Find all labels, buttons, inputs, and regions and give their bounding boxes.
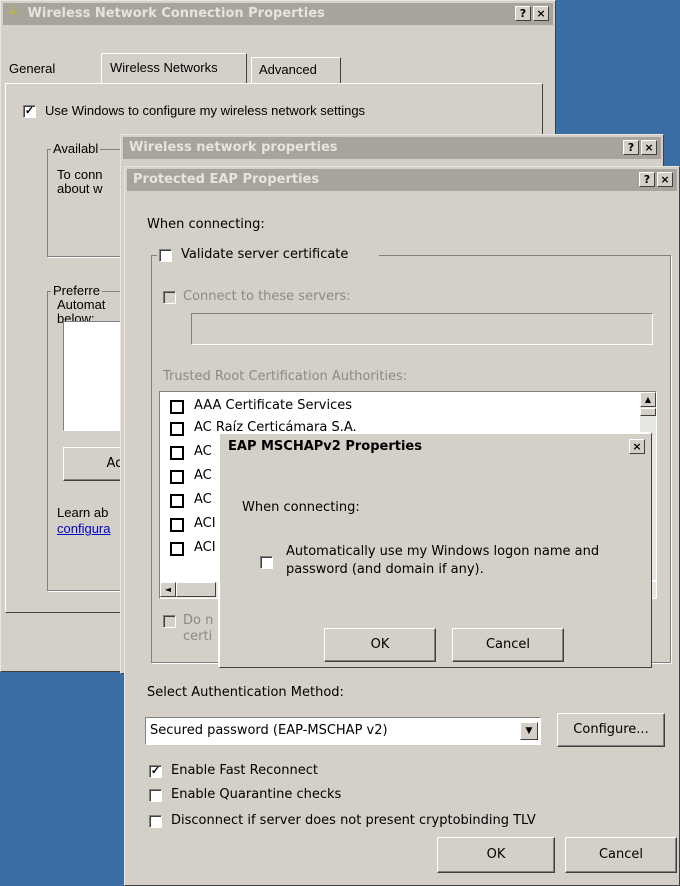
cryptobinding-label: Disconnect if server does not present cr… — [171, 813, 536, 828]
peap-title: Protected EAP Properties — [133, 172, 320, 187]
learn-configuration-link[interactable]: configura — [57, 521, 110, 536]
preferred-text-1: Automat — [57, 297, 106, 312]
auto-logon-checkbox[interactable] — [260, 556, 273, 569]
use-windows-label: Use Windows to configure my wireless net… — [45, 103, 366, 118]
auth-method-select[interactable]: Secured password (EAP-MSCHAP v2) ▼ — [145, 717, 541, 745]
peap-help-button[interactable]: ? — [639, 172, 655, 187]
available-text-1: To conn — [57, 167, 103, 182]
scroll-left-arrow-icon[interactable]: ◄ — [160, 582, 176, 597]
servers-input — [191, 313, 653, 345]
do-not-prompt-label-1: Do n — [183, 613, 214, 628]
validate-cert-label: Validate server certificate — [181, 247, 349, 262]
tab-advanced[interactable]: Advanced — [251, 57, 341, 83]
configure-button-label: Configure... — [573, 722, 649, 737]
tab-general[interactable]: General — [9, 61, 55, 76]
do-not-prompt-checkbox — [163, 615, 176, 628]
network-help-button[interactable]: ? — [623, 140, 639, 155]
ca-item[interactable]: AC — [194, 468, 212, 483]
window-title: Wireless Network Connection Properties — [27, 6, 325, 21]
network-properties-title-bar: Wireless network properties ? × — [123, 137, 661, 159]
validate-cert-legend: Validate server certificate — [157, 247, 379, 265]
preferred-networks-legend: Preferre — [51, 283, 102, 298]
mschap-ok-label: OK — [370, 637, 390, 652]
scroll-up-arrow-icon[interactable]: ▲ — [640, 392, 656, 407]
auto-logon-label-2: password (and domain if any). — [286, 562, 484, 577]
trusted-root-label: Trusted Root Certification Authorities: — [163, 369, 408, 384]
mschap-when-connecting: When connecting: — [242, 500, 360, 515]
ca-checkbox[interactable] — [170, 470, 184, 484]
fast-reconnect-checkbox[interactable]: ✓ — [149, 765, 162, 778]
desktop-background-lower — [0, 670, 130, 886]
mschap-title-bar: EAP MSCHAPv2 Properties × — [222, 436, 649, 458]
quarantine-checkbox[interactable] — [149, 789, 162, 802]
ca-checkbox[interactable] — [170, 518, 184, 532]
learn-text: Learn ab — [57, 505, 109, 520]
available-text-2: about w — [57, 181, 103, 196]
mschap-close-button[interactable]: × — [629, 439, 645, 454]
ca-checkbox[interactable] — [170, 542, 184, 556]
do-not-prompt-label-2: certi — [183, 629, 213, 644]
peap-title-bar: Protected EAP Properties ? × — [127, 169, 677, 191]
tab-wireless-networks-label: Wireless Networks — [110, 60, 218, 75]
peap-when-connecting: When connecting: — [147, 217, 265, 232]
connect-servers-checkbox — [163, 291, 176, 304]
quarantine-label: Enable Quarantine checks — [171, 787, 342, 802]
mschap-ok-button[interactable]: OK — [324, 628, 436, 662]
cryptobinding-checkbox[interactable] — [149, 815, 162, 828]
scroll-thumb[interactable] — [640, 408, 656, 416]
ca-item[interactable]: ACI — [194, 540, 216, 555]
peap-cancel-label: Cancel — [598, 847, 644, 862]
configure-button[interactable]: Configure... — [557, 713, 665, 747]
network-connection-icon: ┴ — [9, 6, 17, 21]
ca-checkbox[interactable] — [170, 446, 184, 460]
ca-item[interactable]: AC — [194, 492, 212, 507]
peap-ok-button[interactable]: OK — [437, 837, 555, 873]
network-close-button[interactable]: × — [641, 140, 657, 155]
horizontal-scroll-thumb[interactable] — [176, 582, 216, 597]
network-properties-title: Wireless network properties — [129, 140, 338, 155]
eap-mschapv2-properties-window: EAP MSCHAPv2 Properties × When connectin… — [218, 432, 652, 668]
close-button[interactable]: × — [533, 6, 549, 21]
validate-cert-checkbox[interactable] — [159, 249, 172, 262]
available-networks-legend: Availabl — [51, 141, 101, 156]
mschap-cancel-button[interactable]: Cancel — [452, 628, 564, 662]
mschap-cancel-label: Cancel — [485, 637, 531, 652]
help-button[interactable]: ? — [515, 6, 531, 21]
peap-cancel-button[interactable]: Cancel — [565, 837, 677, 873]
auto-logon-label-1: Automatically use my Windows logon name … — [286, 544, 600, 559]
ca-item[interactable]: AC — [194, 444, 212, 459]
tab-advanced-label: Advanced — [259, 62, 317, 77]
peap-close-button[interactable]: × — [657, 172, 673, 187]
peap-ok-label: OK — [486, 847, 506, 862]
auth-method-value: Secured password (EAP-MSCHAP v2) — [150, 723, 388, 738]
mschap-title: EAP MSCHAPv2 Properties — [228, 439, 422, 454]
title-bar: ┴ Wireless Network Connection Properties… — [3, 3, 553, 25]
ca-item[interactable]: ACI — [194, 516, 216, 531]
dropdown-arrow-icon[interactable]: ▼ — [520, 722, 538, 740]
ca-checkbox[interactable] — [170, 422, 184, 436]
tab-wireless-networks[interactable]: Wireless Networks — [101, 53, 247, 83]
ca-checkbox[interactable] — [170, 400, 184, 414]
use-windows-checkbox[interactable]: ✓ — [23, 105, 36, 118]
select-auth-label: Select Authentication Method: — [147, 685, 344, 700]
connect-servers-label: Connect to these servers: — [183, 289, 351, 304]
ca-checkbox[interactable] — [170, 494, 184, 508]
ca-item[interactable]: AAA Certificate Services — [194, 398, 352, 413]
fast-reconnect-label: Enable Fast Reconnect — [171, 763, 318, 778]
